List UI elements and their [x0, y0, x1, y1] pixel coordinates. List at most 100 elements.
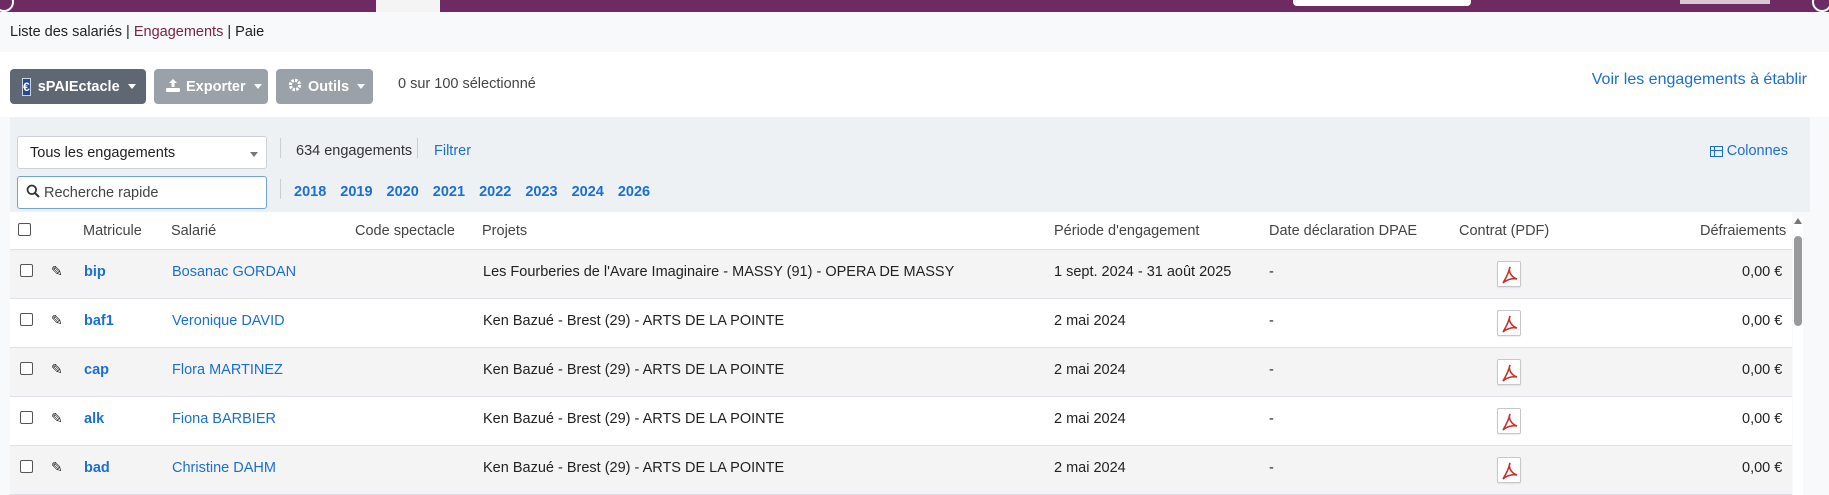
- row-matricule[interactable]: bad: [84, 460, 110, 476]
- view-pending-engagements-link[interactable]: Voir les engagements à établir: [1592, 71, 1807, 89]
- quick-search-field[interactable]: [17, 176, 267, 209]
- breadcrumb-separator: |: [122, 24, 134, 40]
- row-projet: Ken Bazué - Brest (29) - ARTS DE LA POIN…: [483, 362, 785, 378]
- year-link-2023[interactable]: 2023: [525, 184, 557, 200]
- row-checkbox[interactable]: [20, 264, 33, 277]
- brand-dropdown-label: sPAIEctacle: [37, 78, 120, 95]
- year-link-2026[interactable]: 2026: [618, 184, 650, 200]
- export-dropdown-button[interactable]: Exporter: [154, 69, 268, 104]
- caret-down-icon: [127, 84, 136, 89]
- table-row[interactable]: ✎ alk Fiona BARBIER Ken Bazué - Brest (2…: [10, 397, 1792, 446]
- pencil-icon[interactable]: ✎: [51, 263, 63, 280]
- row-dpae: -: [1269, 411, 1274, 427]
- year-link-2018[interactable]: 2018: [294, 184, 326, 200]
- row-checkbox[interactable]: [20, 362, 33, 375]
- year-link-2021[interactable]: 2021: [433, 184, 465, 200]
- table-scrollbar[interactable]: [1793, 218, 1803, 495]
- year-filter-links: 2018 2019 2020 2021 2022 2023 2024 2026: [294, 184, 664, 200]
- row-periode: 1 sept. 2024 - 31 août 2025: [1054, 264, 1232, 280]
- columns-button[interactable]: Colonnes: [1709, 143, 1788, 159]
- brand-dropdown-button[interactable]: € sPAIEctacle: [10, 69, 146, 104]
- row-checkbox[interactable]: [20, 460, 33, 473]
- pdf-icon[interactable]: [1497, 310, 1521, 336]
- pdf-icon[interactable]: [1497, 261, 1521, 287]
- row-matricule[interactable]: baf1: [84, 313, 114, 329]
- row-dpae: -: [1269, 313, 1274, 329]
- table-header: Matricule Salarié Code spectacle Projets…: [10, 212, 1792, 250]
- search-icon: [26, 184, 40, 201]
- tools-label: Outils: [308, 78, 350, 95]
- row-defraiements: 0,00 €: [1742, 313, 1783, 329]
- active-nav-tab[interactable]: [376, 0, 440, 12]
- row-matricule[interactable]: bip: [84, 264, 106, 280]
- pencil-icon[interactable]: ✎: [51, 361, 63, 378]
- row-defraiements: 0,00 €: [1742, 411, 1783, 427]
- top-navbar: [0, 0, 1829, 12]
- row-checkbox[interactable]: [20, 411, 33, 424]
- breadcrumb-item-salaries[interactable]: Liste des salariés: [10, 24, 122, 40]
- column-header-dpae[interactable]: Date déclaration DPAE: [1269, 223, 1417, 239]
- year-link-2022[interactable]: 2022: [479, 184, 511, 200]
- divider: [280, 179, 281, 199]
- column-header-contrat[interactable]: Contrat (PDF): [1459, 223, 1549, 239]
- breadcrumb-separator: |: [223, 24, 236, 40]
- user-menu[interactable]: [1680, 0, 1770, 4]
- scroll-up-arrow-icon[interactable]: [1794, 218, 1802, 224]
- row-periode: 2 mai 2024: [1054, 411, 1126, 427]
- row-dpae: -: [1269, 362, 1274, 378]
- row-projet: Ken Bazué - Brest (29) - ARTS DE LA POIN…: [483, 460, 785, 476]
- caret-down-icon: [357, 84, 366, 89]
- user-avatar-icon[interactable]: [1812, 0, 1829, 12]
- column-header-periode[interactable]: Période d'engagement: [1054, 223, 1199, 239]
- chevron-down-icon: [250, 152, 258, 157]
- year-link-2019[interactable]: 2019: [340, 184, 372, 200]
- pencil-icon[interactable]: ✎: [51, 312, 63, 329]
- table-row[interactable]: ✎ bip Bosanac GORDAN Les Fourberies de l…: [10, 250, 1792, 299]
- table-row[interactable]: ✎ bad Christine DAHM Ken Bazué - Brest (…: [10, 446, 1792, 495]
- column-header-projets[interactable]: Projets: [482, 223, 527, 239]
- pencil-icon[interactable]: ✎: [51, 459, 63, 476]
- table-row[interactable]: ✎ cap Flora MARTINEZ Ken Bazué - Brest (…: [10, 348, 1792, 397]
- divider: [280, 138, 281, 158]
- row-periode: 2 mai 2024: [1054, 460, 1126, 476]
- row-salarie[interactable]: Fiona BARBIER: [172, 411, 276, 427]
- export-label: Exporter: [186, 78, 246, 95]
- breadcrumb-item-engagements[interactable]: Engagements: [134, 24, 223, 40]
- app-logo-icon[interactable]: [0, 0, 14, 12]
- row-dpae: -: [1269, 264, 1274, 280]
- global-search-input[interactable]: [1293, 0, 1471, 6]
- table-row[interactable]: ✎ baf1 Veronique DAVID Ken Bazué - Brest…: [10, 299, 1792, 348]
- pdf-icon[interactable]: [1497, 359, 1521, 385]
- pdf-icon[interactable]: [1497, 408, 1521, 434]
- row-matricule[interactable]: cap: [84, 362, 109, 378]
- row-salarie[interactable]: Veronique DAVID: [172, 313, 285, 329]
- caret-down-icon: [253, 84, 262, 89]
- year-link-2024[interactable]: 2024: [572, 184, 604, 200]
- toolbar: € sPAIEctacle Exporter Outils 0 sur 100 …: [0, 52, 1829, 117]
- year-link-2020[interactable]: 2020: [387, 184, 419, 200]
- select-all-checkbox[interactable]: [18, 223, 31, 236]
- divider: [417, 138, 418, 158]
- column-header-code-spectacle[interactable]: Code spectacle: [355, 223, 455, 239]
- row-salarie[interactable]: Flora MARTINEZ: [172, 362, 283, 378]
- row-salarie[interactable]: Christine DAHM: [172, 460, 276, 476]
- scrollbar-thumb[interactable]: [1794, 236, 1802, 326]
- column-header-matricule[interactable]: Matricule: [83, 223, 142, 239]
- column-header-salarie[interactable]: Salarié: [171, 223, 216, 239]
- filter-link[interactable]: Filtrer: [434, 143, 471, 159]
- brand-logo-icon: €: [22, 77, 31, 96]
- engagement-count: 634 engagements: [296, 143, 413, 159]
- breadcrumb-item-paie[interactable]: Paie: [235, 24, 264, 40]
- row-salarie[interactable]: Bosanac GORDAN: [172, 264, 296, 280]
- row-periode: 2 mai 2024: [1054, 362, 1126, 378]
- tools-dropdown-button[interactable]: Outils: [276, 69, 373, 104]
- row-projet: Les Fourberies de l'Avare Imaginaire - M…: [483, 264, 955, 280]
- row-checkbox[interactable]: [20, 313, 33, 326]
- pencil-icon[interactable]: ✎: [51, 410, 63, 427]
- row-matricule[interactable]: alk: [84, 411, 104, 427]
- filters-panel: Tous les engagements 634 engagements Fil…: [10, 117, 1810, 212]
- search-input[interactable]: [44, 184, 254, 201]
- pdf-icon[interactable]: [1497, 457, 1521, 483]
- engagement-type-select[interactable]: Tous les engagements: [17, 136, 267, 169]
- column-header-defraiements[interactable]: Défraiements: [1700, 223, 1786, 239]
